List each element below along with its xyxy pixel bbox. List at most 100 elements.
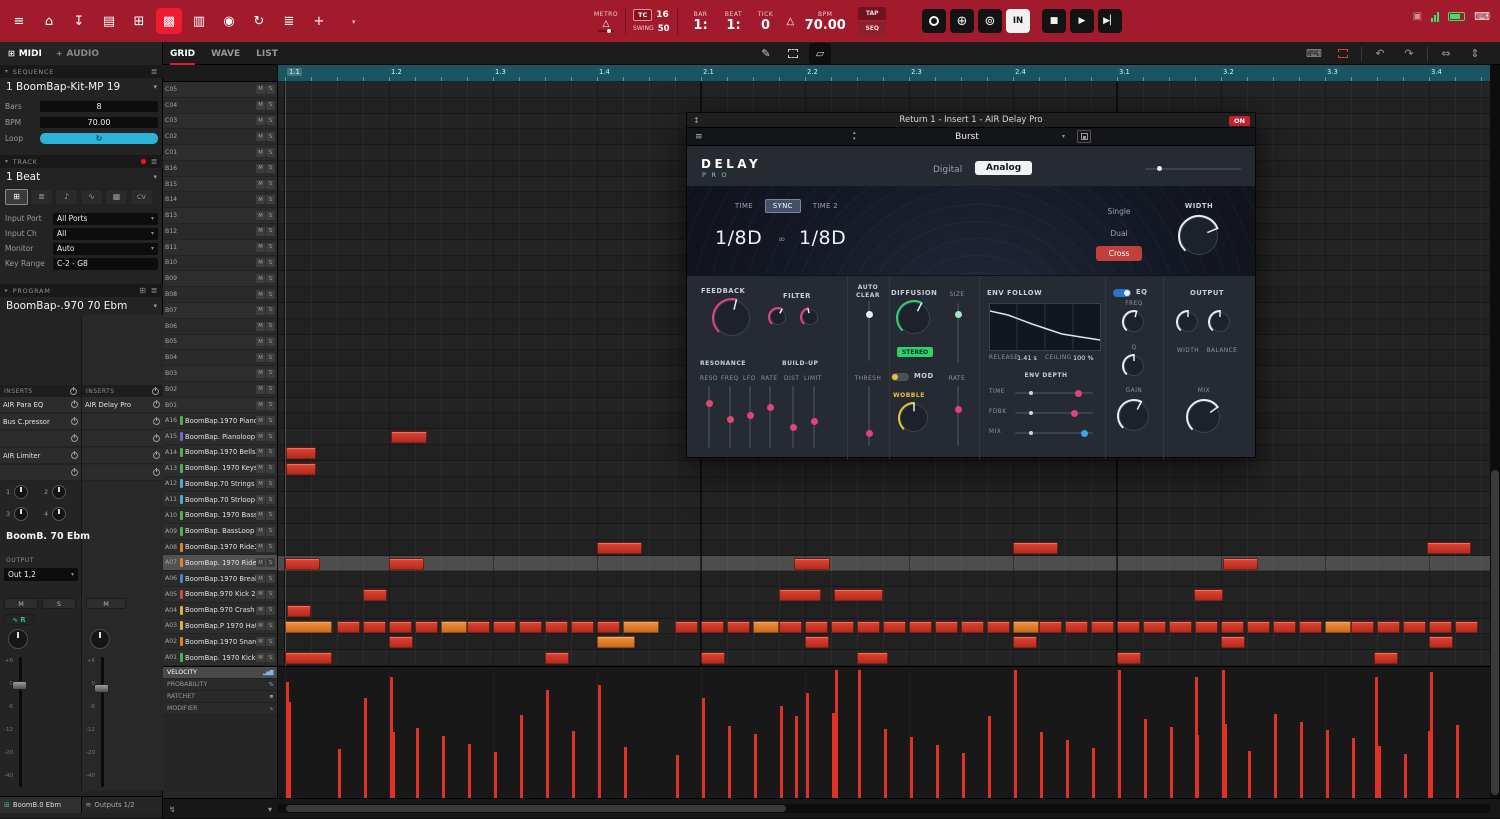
sampler-icon[interactable]: ◉ xyxy=(216,8,242,34)
row-solo-button[interactable]: S xyxy=(266,243,275,252)
midi-note[interactable] xyxy=(935,621,958,633)
horizontal-scrollbar[interactable] xyxy=(278,804,1490,813)
swing-value[interactable]: 50 xyxy=(658,24,670,34)
midi-note[interactable] xyxy=(1455,621,1478,633)
eq-freq-knob[interactable] xyxy=(1121,309,1147,339)
track-row[interactable]: A09BoomBap. BassLoopMS xyxy=(163,524,277,540)
midi-note[interactable] xyxy=(493,621,516,633)
row-solo-button[interactable]: S xyxy=(266,574,275,583)
insert-slot-empty[interactable] xyxy=(0,465,81,481)
row-solo-button[interactable]: S xyxy=(266,274,275,283)
grid-row-lane[interactable] xyxy=(278,556,1490,572)
midi-note[interactable] xyxy=(961,621,984,633)
midi-note[interactable] xyxy=(337,621,360,633)
midi-note[interactable] xyxy=(571,621,594,633)
midi-note[interactable] xyxy=(519,621,542,633)
row-mute-button[interactable]: M xyxy=(256,637,265,646)
play-button[interactable]: ▶ xyxy=(1070,9,1094,33)
feedback-knob[interactable] xyxy=(711,297,753,343)
insert-slot-empty[interactable] xyxy=(82,465,163,481)
midi-note[interactable] xyxy=(363,621,386,633)
track-selector[interactable]: 1 Beat ▾ xyxy=(0,168,163,186)
midi-note[interactable] xyxy=(675,621,698,633)
midi-note[interactable] xyxy=(1247,621,1270,633)
row-mute-button[interactable]: M xyxy=(256,479,265,488)
marquee-tool[interactable] xyxy=(782,43,804,64)
step-sequencer-icon[interactable]: ▩ xyxy=(156,8,182,34)
mode-digital-button[interactable]: Digital xyxy=(933,165,962,175)
env-time-slider[interactable] xyxy=(1015,392,1093,394)
row-solo-button[interactable]: S xyxy=(266,590,275,599)
midi-note[interactable] xyxy=(794,558,830,570)
preset-stepper[interactable]: ▴▾ xyxy=(853,130,856,142)
metro-level-slider[interactable] xyxy=(598,30,614,32)
velocity-bar[interactable] xyxy=(390,677,393,798)
pan-knob[interactable] xyxy=(8,629,28,649)
scrollbar-thumb[interactable] xyxy=(1491,470,1499,795)
chevron-down-icon[interactable]: ▾ xyxy=(5,158,9,165)
track-row[interactable]: B11MS xyxy=(163,240,277,256)
routing-dual[interactable]: Dual xyxy=(1091,229,1147,238)
midi-note[interactable] xyxy=(286,463,316,475)
power-icon[interactable] xyxy=(71,469,78,476)
lane-tab-probability[interactable]: PROBABILITY% xyxy=(163,679,277,691)
thresh-slider[interactable] xyxy=(868,386,870,446)
row-mute-button[interactable]: M xyxy=(256,337,265,346)
row-mute-button[interactable]: M xyxy=(256,385,265,394)
row-mute-button[interactable]: M xyxy=(256,322,265,331)
browser-icon[interactable]: ▤ xyxy=(96,8,122,34)
row-solo-button[interactable]: S xyxy=(266,606,275,615)
velocity-bar[interactable] xyxy=(338,749,341,798)
record-quantize-button[interactable]: ⊚ xyxy=(978,9,1002,33)
time-tab-time[interactable]: TIME xyxy=(727,199,761,213)
midi-note[interactable] xyxy=(987,621,1010,633)
track-row[interactable]: A10BoomBap. 1970 BassMS xyxy=(163,508,277,524)
field-value[interactable]: Auto▾ xyxy=(53,243,158,255)
power-icon[interactable] xyxy=(71,401,78,408)
row-solo-button[interactable]: S xyxy=(266,353,275,362)
velocity-bar[interactable] xyxy=(1375,677,1378,798)
velocity-bar[interactable] xyxy=(520,715,523,798)
midi-note[interactable] xyxy=(1299,621,1322,633)
midi-note[interactable] xyxy=(623,621,659,633)
volume-fader[interactable] xyxy=(101,657,104,787)
track-row[interactable]: C04MS xyxy=(163,98,277,114)
grid-row-lane[interactable] xyxy=(278,508,1490,524)
midi-note[interactable] xyxy=(1091,621,1114,633)
wave-icon[interactable]: ∿ xyxy=(80,189,103,205)
row-mute-button[interactable]: M xyxy=(256,574,265,583)
lane-tab-modifier[interactable]: MODIFIER∿ xyxy=(163,703,277,715)
program-mute-button[interactable]: M xyxy=(86,598,126,609)
bar-value[interactable]: 1: xyxy=(693,19,707,32)
keys-icon[interactable]: ▦ xyxy=(105,189,128,205)
row-solo-button[interactable]: S xyxy=(266,164,275,173)
midi-note[interactable] xyxy=(1013,542,1058,554)
velocity-bar[interactable] xyxy=(1300,722,1303,798)
row-solo-button[interactable]: S xyxy=(266,653,275,662)
row-mute-button[interactable]: M xyxy=(256,448,265,457)
tab-midi[interactable]: ⊞ MIDI xyxy=(8,49,42,59)
velocity-bar[interactable] xyxy=(728,726,731,798)
velocity-bar[interactable] xyxy=(1222,670,1225,798)
row-mute-button[interactable]: M xyxy=(256,148,265,157)
power-icon[interactable] xyxy=(153,435,160,442)
track-row[interactable]: A03BoomBap.P 1970 HatMS xyxy=(163,619,277,635)
row-solo-button[interactable]: S xyxy=(266,337,275,346)
grid-row-lane[interactable] xyxy=(278,571,1490,587)
bars-field[interactable]: 8 xyxy=(40,101,158,112)
velocity-bar[interactable] xyxy=(624,747,627,798)
program-menu-icon[interactable]: ≣ xyxy=(151,286,158,295)
track-row[interactable]: B16MS xyxy=(163,161,277,177)
velocity-bar[interactable] xyxy=(494,752,497,798)
track-row[interactable]: A16BoomBap.1970 PianoMS xyxy=(163,413,277,429)
looper-icon[interactable]: ↻ xyxy=(246,8,272,34)
velocity-bar[interactable] xyxy=(962,753,965,798)
macro-knob-1[interactable]: 1 xyxy=(6,485,28,499)
output-width-knob[interactable] xyxy=(1175,309,1201,339)
track-row[interactable]: B09MS xyxy=(163,271,277,287)
punch-in-button[interactable]: IN xyxy=(1006,9,1030,33)
loop-toggle[interactable]: ↻ xyxy=(40,133,158,144)
lane-tab-ratchet[interactable]: RATCHET≣ xyxy=(163,691,277,703)
row-solo-button[interactable]: S xyxy=(266,637,275,646)
row-mute-button[interactable]: M xyxy=(256,511,265,520)
